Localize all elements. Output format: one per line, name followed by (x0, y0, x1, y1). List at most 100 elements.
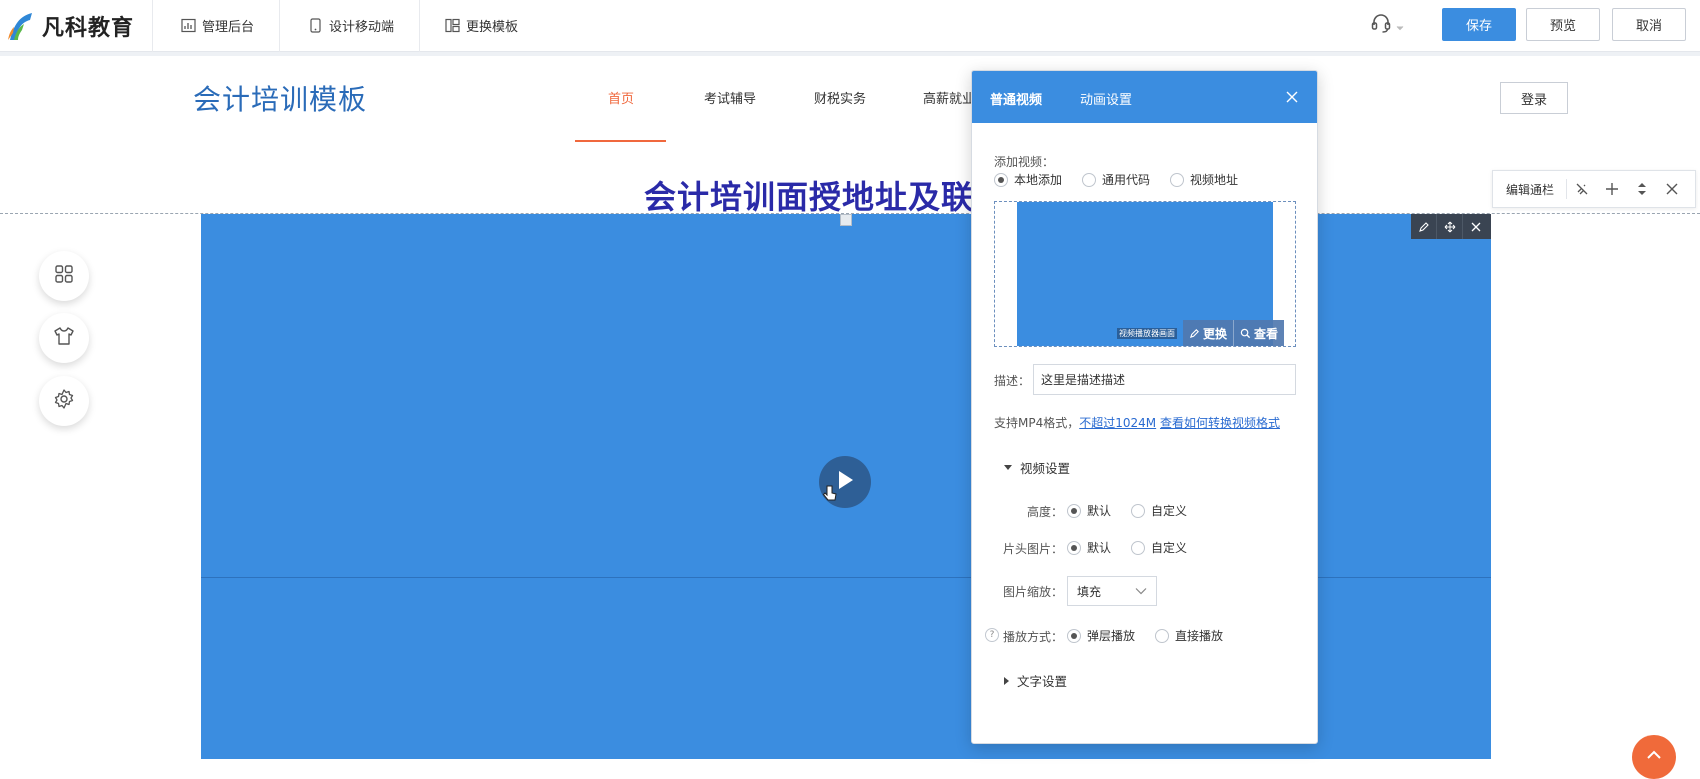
radio-icon (994, 172, 1008, 187)
add-video-label: 添加视频： (994, 155, 1055, 169)
tab-normal-video[interactable]: 普通视频 (990, 89, 1042, 108)
grid-icon (54, 264, 74, 288)
radio-icon (1155, 628, 1170, 643)
headset-icon (1370, 12, 1392, 38)
height-custom[interactable]: 自定义 (1131, 502, 1187, 519)
login-button[interactable]: 登录 (1500, 82, 1568, 114)
mobile-icon (307, 17, 323, 33)
description-input[interactable]: 这里是描述描述 (1033, 364, 1296, 395)
play-direct[interactable]: 直接播放 (1155, 627, 1223, 644)
radio-icon (1067, 628, 1081, 643)
height-custom-label: 自定义 (1151, 504, 1188, 518)
chart-icon (180, 17, 196, 33)
nav-active-underline (575, 140, 666, 142)
play-popup[interactable]: 弹层播放 (1067, 627, 1135, 644)
move-updown-icon[interactable] (1627, 179, 1657, 199)
close-icon[interactable] (1282, 87, 1302, 107)
resize-handle[interactable] (840, 214, 852, 226)
settings-button[interactable] (39, 376, 89, 426)
edit-banner-button[interactable]: 编辑通栏 (1493, 179, 1568, 199)
nav-home[interactable]: 首页 (608, 88, 634, 107)
view-button[interactable]: 查看 (1233, 320, 1284, 346)
nav-exam-tutoring[interactable]: 考试辅导 (704, 88, 756, 107)
image-scale-select[interactable]: 填充 (1067, 576, 1157, 606)
source-local-label: 本地添加 (1014, 173, 1063, 187)
cover-group: 默认 自定义 (1067, 539, 1207, 556)
editor-toolbar: 凡科教育 管理后台 设计移动端 更换模板 保存 预览 取消 (0, 0, 1700, 52)
source-url[interactable]: 视频地址 (1170, 171, 1238, 188)
replace-button[interactable]: 更换 (1183, 320, 1233, 346)
panel-header: 普通视频 动画设置 (972, 71, 1317, 123)
template-icon (444, 17, 460, 33)
cancel-button[interactable]: 取消 (1612, 8, 1686, 41)
video-settings-toggle[interactable]: 视频设置 (1004, 458, 1070, 477)
nav-employment[interactable]: 高薪就业 (923, 88, 975, 107)
radio-icon (1131, 540, 1146, 555)
size-limit-link[interactable]: 不超过1024M (1079, 416, 1156, 430)
section-heading[interactable]: 会计培训面授地址及联系 (644, 172, 1007, 218)
pencil-icon (1189, 328, 1199, 338)
customer-service-button[interactable] (1370, 13, 1404, 37)
caret-right-icon (1004, 676, 1009, 685)
move-icon[interactable] (1437, 214, 1463, 239)
scale-value: 填充 (1077, 584, 1102, 599)
convert-format-link[interactable]: 查看如何转换视频格式 (1160, 416, 1280, 430)
banner-edit-bar: 编辑通栏 (1492, 170, 1696, 208)
close-icon[interactable] (1463, 214, 1489, 239)
tab-animation[interactable]: 动画设置 (1080, 89, 1132, 108)
admin-button[interactable]: 管理后台 (180, 14, 254, 36)
height-default[interactable]: 默认 (1067, 502, 1111, 519)
add-icon[interactable] (1597, 179, 1627, 199)
close-icon[interactable] (1657, 179, 1687, 199)
search-icon (1240, 328, 1251, 338)
radio-icon (1067, 503, 1081, 518)
chevron-down-icon (1396, 16, 1404, 35)
pencil-icon[interactable] (1411, 214, 1437, 239)
source-url-label: 视频地址 (1190, 173, 1239, 187)
nav-tax-practice[interactable]: 财税实务 (814, 88, 866, 107)
video-settings-label: 视频设置 (1020, 461, 1071, 476)
cover-custom[interactable]: 自定义 (1131, 539, 1187, 556)
module-toolbar (1411, 214, 1491, 239)
logo-text: 凡科教育 (42, 16, 135, 41)
height-label: 高度： (1027, 505, 1064, 519)
hide-icon[interactable] (1567, 179, 1597, 199)
site-title[interactable]: 会计培训模板 (193, 78, 367, 118)
toolbar-divider (152, 0, 153, 52)
back-to-top-button[interactable] (1632, 735, 1676, 779)
radio-icon (1170, 172, 1185, 187)
radio-icon (1131, 503, 1146, 518)
cover-default[interactable]: 默认 (1067, 539, 1111, 556)
text-settings-toggle[interactable]: 文字设置 (1004, 671, 1067, 690)
change-template-button[interactable]: 更换模板 (444, 14, 518, 36)
preview-caption: 视频播放器画面 (1117, 328, 1177, 339)
logo: 凡科教育 (6, 8, 134, 44)
scale-label: 图片缩放： (1003, 585, 1064, 599)
radio-icon (1067, 540, 1081, 555)
video-source-group: 本地添加 通用代码 视频地址 (994, 171, 1258, 188)
cover-custom-label: 自定义 (1151, 541, 1188, 555)
mobile-design-button[interactable]: 设计移动端 (307, 14, 394, 36)
height-group: 默认 自定义 (1067, 502, 1207, 519)
format-hint: 支持MP4格式，不超过1024M 查看如何转换视频格式 (994, 414, 1280, 431)
preview-actions: 更换 查看 (1183, 320, 1285, 346)
source-code-label: 通用代码 (1102, 173, 1151, 187)
desc-label: 描述： (994, 374, 1031, 388)
help-icon[interactable]: ? (985, 628, 999, 642)
modules-button[interactable] (39, 251, 89, 301)
gear-icon (53, 388, 75, 414)
caret-down-icon (1004, 465, 1012, 470)
shirt-icon (53, 326, 75, 350)
save-button[interactable]: 保存 (1442, 8, 1516, 41)
toolbar-divider (279, 0, 280, 52)
text-settings-label: 文字设置 (1017, 674, 1068, 689)
source-code[interactable]: 通用代码 (1082, 171, 1150, 188)
toolbar-shadow (0, 52, 1700, 56)
mobile-design-label: 设计移动端 (329, 19, 395, 35)
theme-button[interactable] (39, 313, 89, 363)
change-template-label: 更换模板 (466, 19, 519, 35)
chevron-down-icon (1135, 584, 1147, 598)
preview-button[interactable]: 预览 (1526, 8, 1600, 41)
source-local[interactable]: 本地添加 (994, 171, 1062, 188)
cover-default-label: 默认 (1087, 541, 1112, 555)
